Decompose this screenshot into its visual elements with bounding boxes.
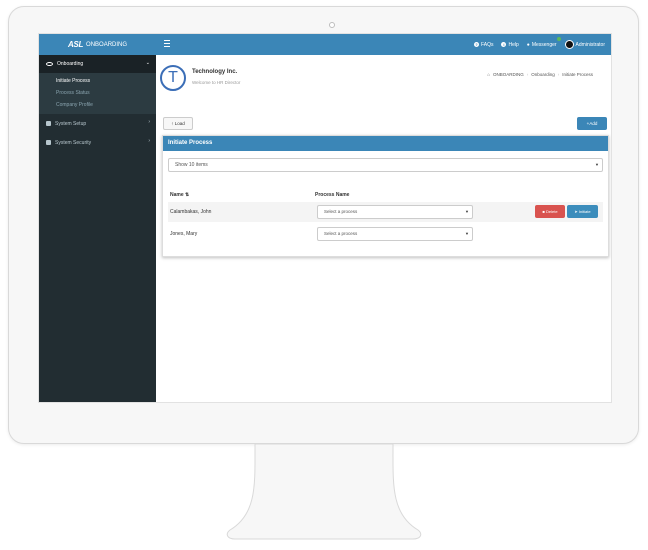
help-link[interactable]: i Help bbox=[501, 41, 519, 48]
sidebar-submenu: Initiate Process Process Status Company … bbox=[39, 73, 156, 114]
breadcrumb-separator: › bbox=[526, 72, 529, 77]
process-select[interactable]: Select a process ▼ bbox=[317, 227, 473, 241]
messenger-link[interactable]: ● Messenger bbox=[526, 36, 561, 48]
initiate-button[interactable]: ➤ Initiate bbox=[567, 205, 598, 218]
main-content: T Technology Inc. Welcome to HR Director… bbox=[156, 55, 611, 402]
sidebar: Onboarding ⌄ Initiate Process Process St… bbox=[39, 55, 156, 402]
app-screen: ASL ONBOARDING ? FAQs i Help ● Messenger… bbox=[38, 33, 612, 403]
employee-name: Jones, Mary bbox=[170, 231, 198, 237]
load-button[interactable]: ↑ Load bbox=[163, 117, 193, 130]
company-name: Technology Inc. bbox=[192, 69, 238, 75]
sidebar-item-initiate-process[interactable]: Initiate Process bbox=[39, 75, 156, 87]
sidebar-item-process-status[interactable]: Process Status bbox=[39, 87, 156, 99]
brand-title: ONBOARDING bbox=[86, 41, 128, 48]
employee-name: Calambakas, John bbox=[170, 209, 212, 215]
caret-down-icon: ▼ bbox=[595, 162, 599, 167]
column-header-name[interactable]: Name ⇅ bbox=[170, 192, 189, 198]
chat-icon: ● bbox=[526, 41, 530, 48]
breadcrumb-item[interactable]: Onboarding bbox=[531, 72, 555, 77]
breadcrumb-item[interactable]: ONBOARDING bbox=[493, 72, 524, 77]
sidebar-item-company-profile[interactable]: Company Profile bbox=[39, 99, 156, 111]
info-icon: i bbox=[501, 42, 507, 47]
avatar bbox=[564, 40, 574, 49]
process-select[interactable]: Select a process ▼ bbox=[317, 205, 473, 219]
brand-mark: ASL bbox=[67, 40, 84, 49]
breadcrumb-separator: › bbox=[557, 72, 560, 77]
column-header-process: Process Name bbox=[315, 192, 350, 198]
faqs-link[interactable]: ? FAQs bbox=[473, 41, 494, 48]
home-icon: ⌂ bbox=[487, 72, 490, 77]
initiate-process-panel: Initiate Process Show 10 items ▼ Name ⇅ … bbox=[162, 135, 609, 257]
faqs-label: FAQs bbox=[480, 41, 494, 48]
caret-down-icon: ▼ bbox=[465, 209, 469, 214]
initiate-label: Initiate bbox=[578, 209, 591, 214]
table-row: Calambakas, John Select a process ▼ ■ De… bbox=[168, 202, 603, 222]
sidebar-item-system-setup[interactable]: System Setup › bbox=[39, 114, 156, 133]
sidebar-item-onboarding[interactable]: Onboarding ⌄ bbox=[39, 55, 156, 73]
page-size-value: Show 10 items bbox=[175, 162, 208, 168]
company-logo: T bbox=[160, 65, 186, 91]
eye-icon bbox=[46, 62, 53, 66]
camera-icon bbox=[329, 22, 335, 28]
sidebar-item-label: System Setup bbox=[55, 120, 87, 127]
delete-label: Delete bbox=[545, 209, 558, 214]
add-button[interactable]: + Add bbox=[577, 117, 607, 130]
user-menu[interactable]: Administrator bbox=[564, 40, 605, 49]
page-size-select[interactable]: Show 10 items ▼ bbox=[168, 158, 603, 172]
process-select-value: Select a process bbox=[324, 231, 358, 236]
question-icon: ? bbox=[473, 42, 479, 47]
user-name: Administrator bbox=[575, 41, 605, 48]
chevron-right-icon: › bbox=[148, 119, 150, 125]
table-row: Jones, Mary Select a process ▼ bbox=[168, 224, 603, 244]
top-navbar: ? FAQs i Help ● Messenger Administrator bbox=[156, 34, 611, 55]
lock-icon bbox=[46, 140, 51, 145]
messenger-label: Messenger bbox=[531, 41, 557, 48]
brand-logo[interactable]: ASL ONBOARDING bbox=[39, 34, 156, 55]
add-label: Add bbox=[589, 121, 598, 126]
delete-button[interactable]: ■ Delete bbox=[535, 205, 565, 218]
panel-title: Initiate Process bbox=[163, 136, 608, 151]
chevron-down-icon: ⌄ bbox=[145, 60, 150, 66]
top-nav: ? FAQs i Help ● Messenger Administrator bbox=[473, 34, 605, 55]
help-label: Help bbox=[508, 41, 519, 48]
online-indicator bbox=[556, 36, 561, 41]
monitor-stand bbox=[226, 444, 422, 540]
caret-down-icon: ▼ bbox=[465, 231, 469, 236]
chevron-right-icon: › bbox=[148, 138, 150, 144]
sidebar-item-label: Onboarding bbox=[57, 61, 84, 67]
column-header-label: Name bbox=[170, 192, 184, 198]
sidebar-item-system-security[interactable]: System Security › bbox=[39, 133, 156, 152]
sort-icon: ⇅ bbox=[185, 192, 190, 198]
hamburger-icon[interactable] bbox=[164, 40, 170, 48]
process-select-value: Select a process bbox=[324, 209, 358, 214]
gear-icon bbox=[46, 121, 51, 126]
load-label: Load bbox=[174, 121, 185, 126]
sidebar-item-label: System Security bbox=[55, 139, 92, 146]
breadcrumb: ⌂ ONBOARDING › Onboarding › Initiate Pro… bbox=[487, 72, 593, 77]
breadcrumb-item: Initiate Process bbox=[562, 72, 593, 77]
welcome-text: Welcome to HR Director bbox=[192, 80, 241, 85]
